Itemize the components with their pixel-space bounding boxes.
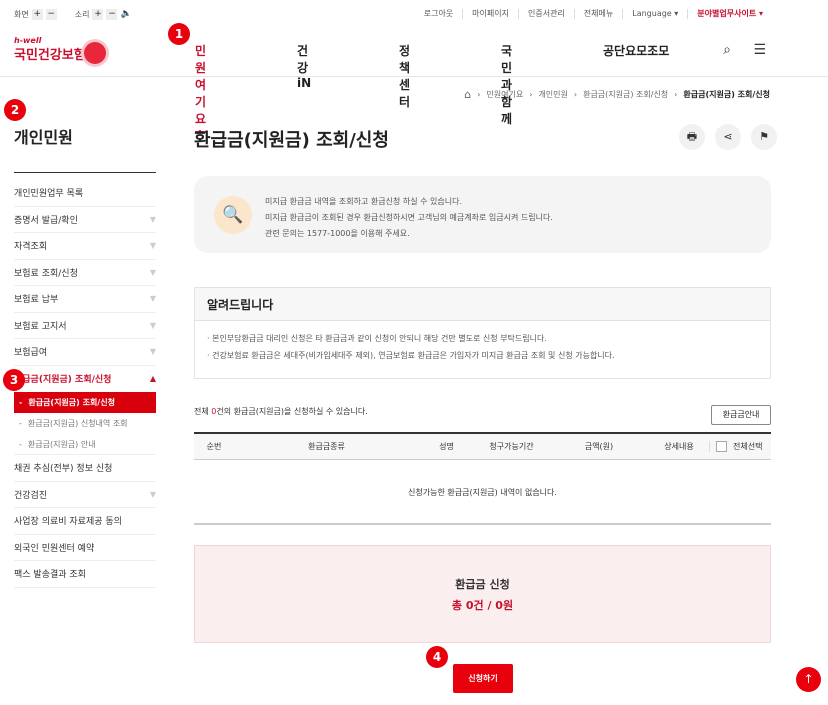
mypage-link[interactable]: 마이페이지 <box>462 9 518 19</box>
nav-item-together[interactable]: 국민과함께 <box>501 42 512 127</box>
step-badge-3: 3 <box>3 369 25 391</box>
nav-item-about[interactable]: 공단요모조모 <box>603 42 669 59</box>
summary-label: 환급금 신청 <box>455 578 510 591</box>
sidebar-item-premium-inquiry[interactable]: 보험료 조회/신청 ▼ <box>14 260 156 286</box>
language-select[interactable]: Language ▾ <box>622 9 687 19</box>
sidebar-item-qualification[interactable]: 자격조회 ▼ <box>14 233 156 260</box>
breadcrumb-separator: › <box>477 90 481 99</box>
sound-label: 소리 <box>74 10 90 19</box>
sidebar-item-medical-consent[interactable]: 사업장 의료비 자료제공 동의 <box>14 508 156 535</box>
all-menu-link[interactable]: 전체메뉴 <box>573 9 622 19</box>
sidebar: 개인민원업무 목록 증명서 발급/확인 ▼ 자격조회 ▼ 보험료 조회/신청 ▼ 보험… <box>14 180 156 588</box>
submenu-item-refund-guide[interactable]: - 환급금(지원금) 안내 <box>14 434 156 455</box>
checkbox[interactable] <box>716 441 727 452</box>
nav-item-health[interactable]: 건강iN <box>297 42 311 90</box>
sidebar-item-debt-collection[interactable]: 채권 추심(전부) 정보 신청 <box>14 455 156 482</box>
notice-body: · 본인부담환급금 대리인 신청은 타 환급금과 같이 신청이 안되니 해당 건… <box>207 334 615 360</box>
header: h-well 국민건강보험 민원여기요 건강iN 정책센터 국민과함께 공단요모… <box>0 28 828 133</box>
home-icon[interactable]: ⌂ <box>464 88 471 101</box>
chevron-down-icon: ▼ <box>149 489 156 499</box>
logo-heart-icon <box>84 42 106 64</box>
breadcrumb-separator: › <box>674 90 678 99</box>
search-icon[interactable]: ⌕ <box>723 42 731 58</box>
submenu-item-refund-history[interactable]: - 환급금(지원금) 신청내역 조회 <box>14 413 156 434</box>
select-all-checkbox[interactable]: 전체선택 <box>709 441 771 452</box>
chevron-down-icon: ▼ <box>149 241 156 251</box>
sidebar-item-benefit[interactable]: 보험급여 ▼ <box>14 339 156 366</box>
chevron-down-icon: ▼ <box>149 294 156 304</box>
chevron-down-icon: ▼ <box>149 347 156 357</box>
sidebar-item-health-checkup[interactable]: 건강검진 ▼ <box>14 482 156 508</box>
refund-count: 전체 0건의 환급금(지원금)을 신청하실 수 있습니다. <box>194 407 368 416</box>
breadcrumb-current: 환급금(지원금) 조회/신청 <box>683 90 770 99</box>
chevron-down-icon: ▼ <box>149 214 156 224</box>
logo[interactable]: h-well 국민건강보험 <box>14 36 106 64</box>
sidebar-item-foreigner-reservation[interactable]: 외국인 민원센터 예약 <box>14 535 156 561</box>
chevron-up-icon: ▲ <box>149 374 156 384</box>
sidebar-item-list[interactable]: 개인민원업무 목록 <box>14 180 156 207</box>
refund-guide-button[interactable]: 환급금안내 <box>711 405 771 425</box>
breadcrumb-separator: › <box>529 90 533 99</box>
breadcrumb: ⌂ › 민원여기요 › 개인민원 › 환급금(지원금) 조회/신청 › 환급금(… <box>464 88 770 101</box>
refund-table: 순번 환급금종류 성명 청구가능기간 금액(원) 상세내용 전체선택 신청가능한… <box>194 432 771 525</box>
bookmark-icon[interactable]: ⚑ <box>751 124 777 150</box>
breadcrumb-item[interactable]: 민원여기요 <box>486 89 523 100</box>
sidebar-item-premium-payment[interactable]: 보험료 납부 ▼ <box>14 286 156 313</box>
sidebar-item-premium-bill[interactable]: 보험료 고지서 ▼ <box>14 313 156 339</box>
share-icon[interactable]: ⋖ <box>715 124 741 150</box>
menu-icon[interactable]: ☰ <box>753 42 766 58</box>
certificate-link[interactable]: 인증서관리 <box>517 9 574 19</box>
sidebar-item-refund[interactable]: 환급금(지원금) 조회/신청 ▲ <box>14 366 156 393</box>
table-empty-message: 신청가능한 환급금(지원금) 내역이 없습니다. <box>194 460 771 525</box>
info-box: 🔍 미지급 환급금 내역을 조회하고 환급신청 하실 수 있습니다. 미지급 환… <box>194 176 771 253</box>
notice-title: 알려드립니다 <box>195 288 770 321</box>
sidebar-submenu: - 환급금(지원금) 조회/신청 - 환급금(지원금) 신청내역 조회 - 환급금(지… <box>14 392 156 455</box>
breadcrumb-separator: › <box>573 90 578 99</box>
sidebar-title: 개인민원 <box>14 128 73 147</box>
breadcrumb-item[interactable]: 환급금(지원금) 조회/신청 <box>583 89 668 100</box>
chevron-down-icon: ▼ <box>149 267 156 277</box>
sidebar-item-certificate[interactable]: 증명서 발급/확인 ▼ <box>14 207 156 233</box>
header-icons: ⌕ ☰ <box>723 42 766 58</box>
sites-select[interactable]: 분야별업무사이트 ▾ <box>687 9 772 19</box>
refund-summary: 환급금 신청 총 0건 / 0원 <box>194 545 771 643</box>
step-badge-2: 2 <box>4 99 26 121</box>
submenu-item-refund-inquiry[interactable]: - 환급금(지원금) 조회/신청 <box>14 392 156 413</box>
sidebar-divider <box>14 172 156 173</box>
magnifier-icon: 🔍 <box>214 196 252 234</box>
volume-down-button[interactable]: − <box>106 9 118 20</box>
notice-box: 알려드립니다 · 본인부담환급금 대리인 신청은 타 환급금과 같이 신청이 안… <box>194 287 771 379</box>
zoom-controls: 화면 + − 소리 + − 🔈 <box>14 9 132 20</box>
utility-links: 로그아웃 마이페이지 인증서관리 전체메뉴 Language ▾ 분야별업무사이… <box>415 9 772 19</box>
step-badge-1: 1 <box>168 23 190 45</box>
step-badge-4: 4 <box>426 646 448 668</box>
breadcrumb-item[interactable]: 개인민원 <box>538 89 567 100</box>
utility-bar: 화면 + − 소리 + − 🔈 로그아웃 마이페이지 인증서관리 전체메뉴 La… <box>0 0 828 28</box>
apply-button[interactable]: 신청하기 <box>453 664 513 693</box>
chevron-down-icon: ▾ <box>758 9 763 18</box>
zoom-out-button[interactable]: − <box>45 9 57 20</box>
chevron-down-icon: ▾ <box>674 9 679 18</box>
info-text: 미지급 환급금 내역을 조회하고 환급신청 하실 수 있습니다. 미지급 환급금… <box>265 197 553 238</box>
nav-item-minwon[interactable]: 민원여기요 <box>195 42 207 133</box>
volume-up-button[interactable]: + <box>92 9 104 20</box>
sidebar-item-fax-result[interactable]: 팩스 발송결과 조회 <box>14 561 156 588</box>
summary-value: 총 0건 / 0원 <box>451 599 514 612</box>
scroll-top-button[interactable]: ↑ <box>796 667 821 692</box>
logout-link[interactable]: 로그아웃 <box>415 9 462 19</box>
zoom-in-button[interactable]: + <box>31 9 43 20</box>
screen-label: 화면 <box>14 10 29 19</box>
table-header: 순번 환급금종류 성명 청구가능기간 금액(원) 상세내용 전체선택 <box>194 432 771 460</box>
print-icon[interactable]: 🖶 <box>679 124 705 150</box>
page-tools: 🖶 ⋖ ⚑ <box>679 124 777 150</box>
page-title: 환급금(지원금) 조회/신청 <box>194 130 389 151</box>
speaker-icon[interactable]: 🔈 <box>120 9 131 20</box>
header-divider <box>0 76 828 77</box>
chevron-down-icon: ▼ <box>149 320 156 330</box>
